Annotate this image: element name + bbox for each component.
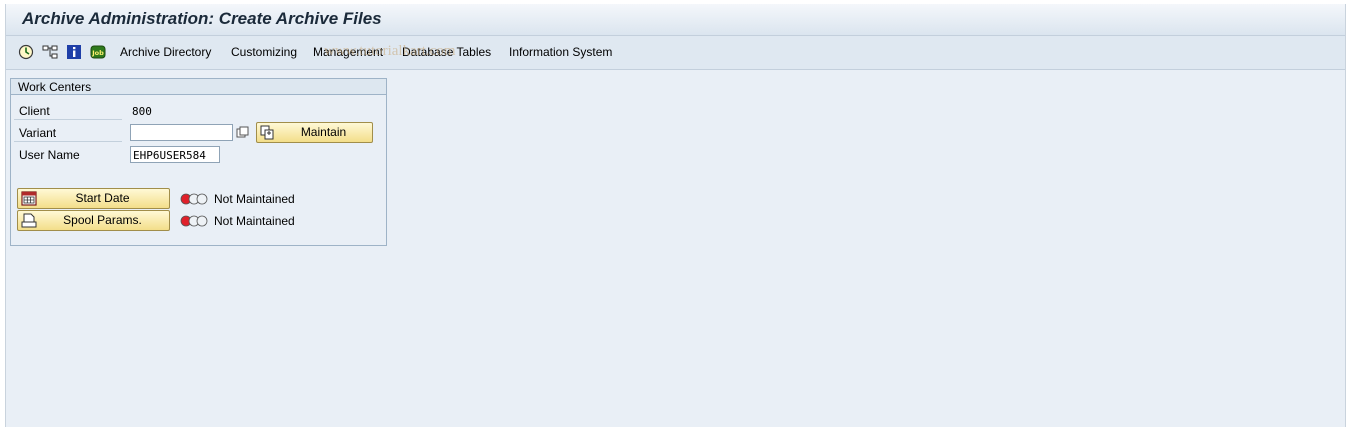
menu-database-tables[interactable]: Database Tables bbox=[402, 45, 491, 59]
maintain-button[interactable]: Maintain bbox=[256, 122, 373, 143]
divider bbox=[14, 141, 122, 142]
group-header: Work Centers bbox=[11, 79, 386, 95]
client-label: Client bbox=[19, 104, 50, 118]
calendar-icon bbox=[21, 191, 37, 206]
printer-icon bbox=[21, 213, 37, 228]
variant-label: Variant bbox=[19, 126, 57, 140]
main-window: Archive Administration: Create Archive F… bbox=[5, 4, 1346, 427]
user-name-label: User Name bbox=[19, 148, 80, 162]
copy-icon[interactable] bbox=[236, 126, 249, 139]
menu-archive-directory[interactable]: Archive Directory bbox=[120, 45, 211, 59]
start-date-status: Not Maintained bbox=[214, 192, 295, 206]
page-title: Archive Administration: Create Archive F… bbox=[22, 9, 382, 28]
user-name-input[interactable]: EHP6USER584 bbox=[130, 146, 220, 163]
svg-text:Job: Job bbox=[91, 49, 104, 57]
execute-clock-icon[interactable] bbox=[18, 44, 34, 60]
menu-management[interactable]: Management bbox=[313, 45, 383, 59]
maintain-icon bbox=[260, 125, 276, 140]
start-date-button[interactable]: Start Date bbox=[17, 188, 170, 209]
menu-information-system[interactable]: Information System bbox=[509, 45, 612, 59]
divider bbox=[14, 119, 122, 120]
hierarchy-icon[interactable] bbox=[42, 44, 58, 60]
traffic-light-red-icon bbox=[180, 193, 210, 205]
spool-params-status: Not Maintained bbox=[214, 214, 295, 228]
start-date-label: Start Date bbox=[75, 191, 130, 205]
job-icon[interactable]: Job bbox=[90, 44, 106, 60]
client-value: 800 bbox=[132, 105, 152, 118]
menu-customizing[interactable]: Customizing bbox=[231, 45, 297, 59]
info-icon[interactable] bbox=[66, 44, 82, 60]
maintain-label: Maintain bbox=[300, 125, 347, 139]
title-bar: Archive Administration: Create Archive F… bbox=[6, 4, 1345, 36]
group-title: Work Centers bbox=[18, 80, 92, 94]
variant-input[interactable] bbox=[130, 124, 233, 141]
traffic-light-red-icon bbox=[180, 215, 210, 227]
spool-params-label: Spool Params. bbox=[63, 213, 142, 227]
work-centers-group: Work Centers Client 800 Variant Maintain bbox=[10, 78, 387, 246]
application-toolbar: Job Archive Directory Customizing Manage… bbox=[6, 36, 1345, 70]
spool-params-button[interactable]: Spool Params. bbox=[17, 210, 170, 231]
